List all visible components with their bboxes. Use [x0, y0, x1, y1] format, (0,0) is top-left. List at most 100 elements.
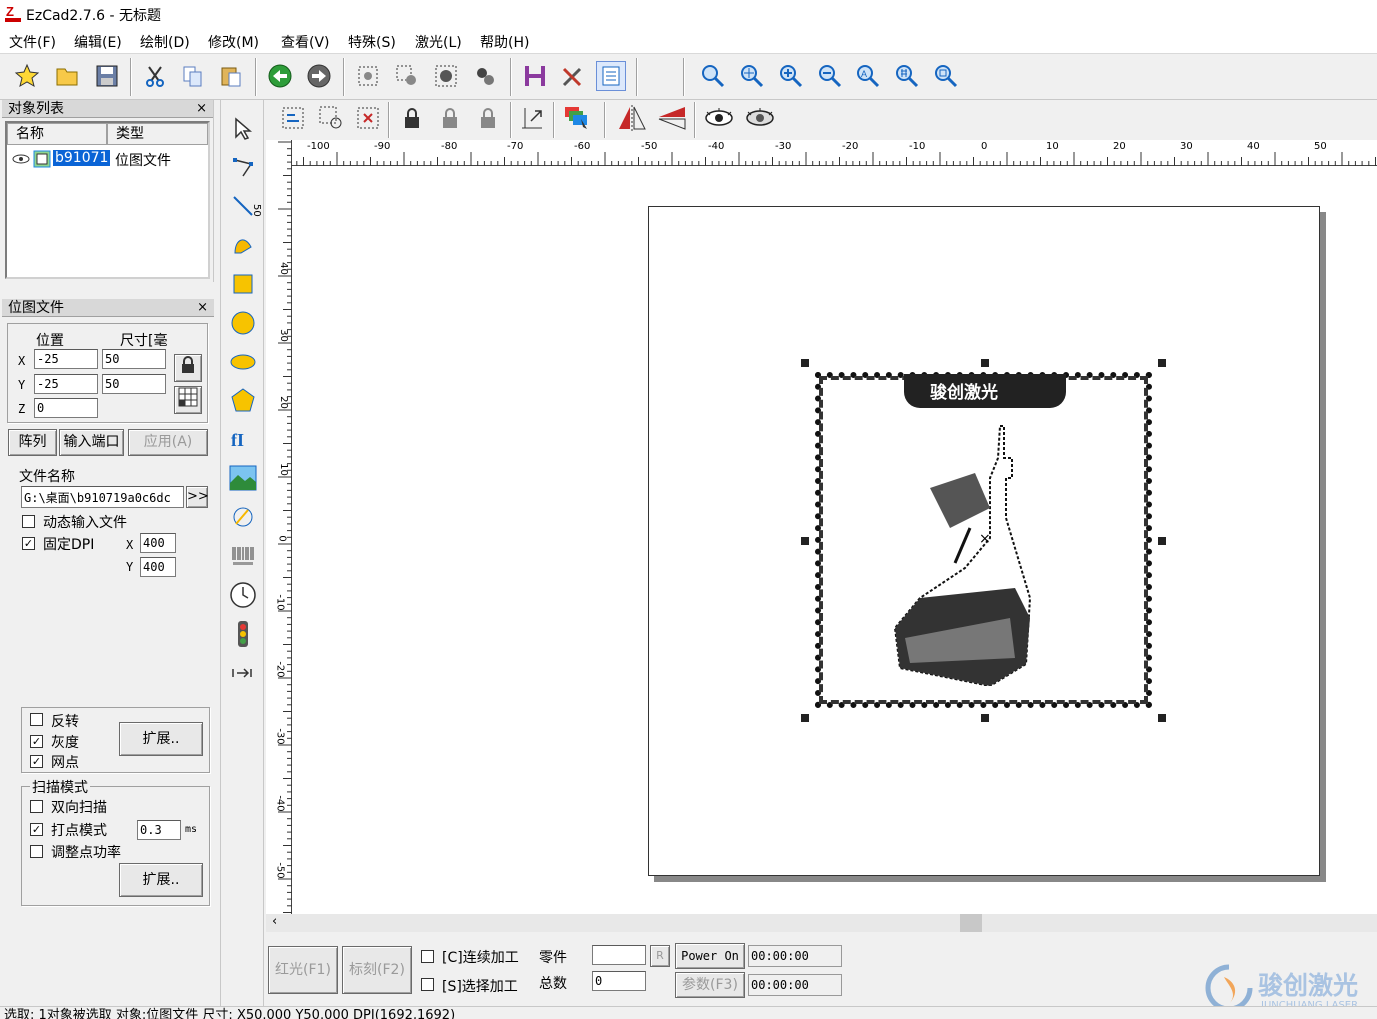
select-all-icon[interactable]: [278, 103, 308, 133]
redo-arrow-icon[interactable]: [304, 61, 334, 91]
fixed-dpi-checkbox[interactable]: ✓: [22, 537, 35, 550]
reset-button[interactable]: R: [650, 945, 670, 967]
zoom-icon[interactable]: [698, 61, 728, 91]
z-position-input[interactable]: [34, 398, 98, 418]
red-light-button[interactable]: 红光(F1): [268, 946, 338, 994]
preview-all-icon[interactable]: [745, 103, 775, 133]
selection-handle[interactable]: [801, 537, 809, 545]
menu-help[interactable]: 帮助(H): [480, 32, 529, 52]
menu-special[interactable]: 特殊(S): [348, 32, 396, 52]
scrollbar-thumb[interactable]: [960, 914, 982, 932]
timer-tool-icon[interactable]: [225, 578, 261, 612]
select-region-icon[interactable]: [316, 103, 346, 133]
rectangle-tool-icon[interactable]: [225, 267, 261, 301]
parts-input[interactable]: [592, 945, 646, 965]
apply-button[interactable]: 应用(A): [128, 429, 208, 456]
layer-color-icon[interactable]: [562, 103, 592, 133]
polygon-tool-icon[interactable]: [225, 383, 261, 417]
move-origin-icon[interactable]: [517, 103, 547, 133]
zoom-grid-icon[interactable]: [892, 61, 922, 91]
copy-icon[interactable]: [178, 61, 208, 91]
bidirectional-checkbox[interactable]: [30, 800, 43, 813]
expand-button-2[interactable]: 扩展..: [119, 863, 203, 897]
dynamic-input-checkbox[interactable]: [22, 515, 35, 528]
menu-laser[interactable]: 激光(L): [415, 32, 462, 52]
zoom-in-icon[interactable]: [776, 61, 806, 91]
deselect-icon[interactable]: [353, 103, 383, 133]
dot-time-input[interactable]: [137, 820, 181, 840]
preview-icon[interactable]: [704, 103, 734, 133]
circle-tool-icon[interactable]: [225, 306, 261, 340]
selection-handle[interactable]: [1158, 714, 1166, 722]
selection-handle[interactable]: [981, 714, 989, 722]
zoom-page-icon[interactable]: [931, 61, 961, 91]
grayscale-checkbox[interactable]: ✓: [30, 735, 43, 748]
menu-view[interactable]: 查看(V): [281, 32, 330, 52]
selection-handle[interactable]: [981, 359, 989, 367]
select-tool-icon[interactable]: [225, 112, 261, 146]
selection-handle[interactable]: [801, 714, 809, 722]
scroll-left-icon[interactable]: ‹: [272, 914, 277, 929]
cut-icon[interactable]: [140, 61, 170, 91]
height-input[interactable]: [102, 374, 166, 394]
unlock-object-icon[interactable]: [435, 103, 465, 133]
group-icon[interactable]: [353, 61, 383, 91]
lock-object-icon[interactable]: [397, 103, 427, 133]
mirror-horizontal-icon[interactable]: [617, 103, 647, 133]
eye-icon[interactable]: [11, 152, 31, 166]
object-list-icon[interactable]: [596, 61, 626, 91]
menu-draw[interactable]: 绘制(D): [140, 32, 190, 52]
anchor-grid-button[interactable]: [174, 386, 202, 414]
object-list-row[interactable]: b91071 位图文件: [9, 149, 207, 171]
new-file-icon[interactable]: [12, 61, 42, 91]
x-position-input[interactable]: [34, 349, 98, 369]
width-input[interactable]: [102, 349, 166, 369]
dither-checkbox[interactable]: ✓: [30, 755, 43, 768]
param-button[interactable]: 参数(F3): [675, 972, 745, 998]
selection-handle[interactable]: [1158, 359, 1166, 367]
bitmap-tool-icon[interactable]: [225, 461, 261, 495]
file-path-input[interactable]: [21, 486, 184, 508]
column-header-type[interactable]: 类型: [107, 123, 208, 145]
browse-button[interactable]: >>: [186, 486, 209, 508]
combine-icon[interactable]: [431, 61, 461, 91]
dpi-x-input[interactable]: [140, 533, 176, 553]
power-on-button[interactable]: Power On: [675, 943, 745, 969]
text-tool-icon[interactable]: fI: [225, 422, 261, 456]
close-icon[interactable]: ×: [196, 100, 207, 118]
mark-button[interactable]: 标刻(F2): [342, 946, 412, 994]
unlock-all-icon[interactable]: [473, 103, 503, 133]
vector-file-icon[interactable]: [225, 500, 261, 534]
zoom-all-icon[interactable]: A: [853, 61, 883, 91]
dot-mode-checkbox[interactable]: ✓: [30, 823, 43, 836]
save-icon[interactable]: [92, 61, 122, 91]
open-folder-icon[interactable]: [52, 61, 82, 91]
hatch-h-icon[interactable]: [520, 61, 550, 91]
node-edit-icon[interactable]: [225, 151, 261, 185]
uncombine-icon[interactable]: [470, 61, 500, 91]
selection-handle[interactable]: [801, 359, 809, 367]
continuous-checkbox[interactable]: [421, 950, 434, 963]
io-signal-icon[interactable]: [225, 617, 261, 651]
expand-button-1[interactable]: 扩展..: [119, 722, 203, 756]
ungroup-icon[interactable]: [392, 61, 422, 91]
menu-file[interactable]: 文件(F): [9, 32, 56, 52]
ellipse-tool-icon[interactable]: [225, 345, 261, 379]
mirror-vertical-icon[interactable]: [657, 103, 687, 133]
extend-axis-icon[interactable]: [225, 656, 261, 690]
paste-icon[interactable]: [216, 61, 246, 91]
close-icon[interactable]: ×: [197, 299, 208, 317]
horizontal-scrollbar[interactable]: [266, 914, 1377, 932]
select-process-checkbox[interactable]: [421, 978, 434, 991]
array-button[interactable]: 阵列: [8, 429, 57, 456]
adjust-power-checkbox[interactable]: [30, 845, 43, 858]
menu-modify[interactable]: 修改(M): [208, 32, 259, 52]
selection-handle[interactable]: [1158, 537, 1166, 545]
total-input[interactable]: [592, 971, 646, 991]
zoom-pan-icon[interactable]: [737, 61, 767, 91]
column-header-name[interactable]: 名称: [7, 123, 107, 145]
barcode-tool-icon[interactable]: [225, 539, 261, 573]
undo-arrow-icon[interactable]: [265, 61, 295, 91]
invert-checkbox[interactable]: [30, 713, 43, 726]
dpi-y-input[interactable]: [140, 557, 176, 577]
